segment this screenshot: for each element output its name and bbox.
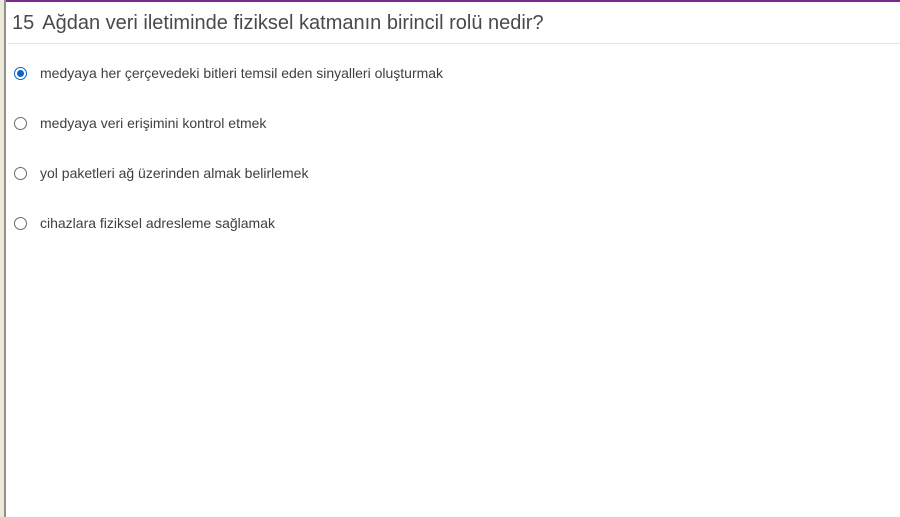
- window-left-edge: [0, 0, 6, 517]
- question-title: 15 Ağdan veri iletiminde fiziksel katmanı…: [12, 11, 544, 35]
- question-header: 15 Ağdan veri iletiminde fiziksel katmanı…: [8, 2, 900, 44]
- answer-label: medyaya her çerçevedeki bitleri temsil e…: [40, 65, 444, 81]
- answer-label: cihazlara fiziksel adresleme sağlamak: [40, 215, 275, 231]
- answer-label: medyaya veri erişimini kontrol etmek: [40, 115, 267, 131]
- radio-icon[interactable]: [14, 166, 27, 180]
- radio-icon[interactable]: [14, 116, 27, 130]
- question-number: 15: [12, 11, 35, 34]
- answer-option-1[interactable]: medyaya her çerçevedeki bitleri temsil e…: [14, 60, 443, 86]
- radio-selected-icon[interactable]: [14, 66, 27, 80]
- answer-option-3[interactable]: yol paketleri ağ üzerinden almak belirle…: [14, 160, 443, 186]
- answer-option-2[interactable]: medyaya veri erişimini kontrol etmek: [14, 110, 443, 136]
- answer-option-4[interactable]: cihazlara fiziksel adresleme sağlamak: [14, 210, 443, 236]
- answer-list: medyaya her çerçevedeki bitleri temsil e…: [14, 60, 443, 260]
- question-text: Ağdan veri iletiminde fiziksel katmanın …: [42, 11, 544, 34]
- answer-label: yol paketleri ağ üzerinden almak belirle…: [40, 165, 309, 181]
- radio-icon[interactable]: [14, 216, 27, 230]
- quiz-panel: 15 Ağdan veri iletiminde fiziksel katmanı…: [8, 2, 900, 517]
